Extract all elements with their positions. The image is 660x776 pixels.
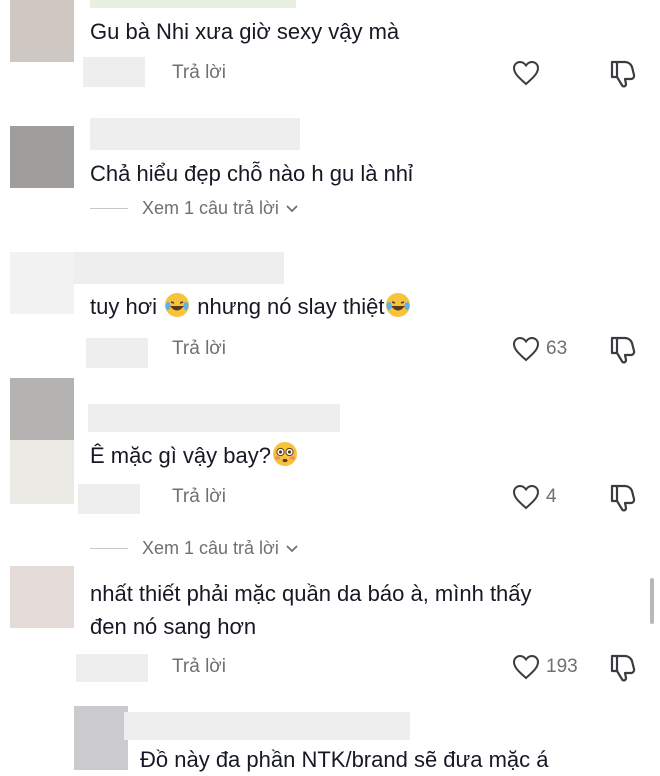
reply-button[interactable]: Trả lời: [172, 62, 226, 84]
username-placeholder: [90, 0, 296, 8]
timestamp-placeholder: [86, 338, 148, 368]
like-heart-icon[interactable]: [512, 336, 540, 362]
reply-button[interactable]: Trả lời: [172, 338, 226, 360]
view-replies-label: Xem 1 câu trả lời: [142, 198, 279, 218]
avatar[interactable]: [10, 0, 74, 62]
comment-text: tuy hơi nhưng nó slay thiệt: [90, 291, 412, 323]
laughing-tears-emoji-icon: [165, 293, 190, 317]
comment-text-part: Ê mặc gì vậy bay?: [90, 443, 271, 468]
dislike-icon[interactable]: [608, 652, 638, 682]
comment-text: Đồ này đa phần NTK/brand sẽ đưa mặc á: [140, 747, 549, 772]
avatar[interactable]: [10, 126, 74, 188]
comment-text: đen nó sang hơn: [90, 614, 257, 639]
avatar-shade: [10, 378, 74, 440]
comment-text-part: tuy hơi: [90, 294, 158, 319]
reply-button[interactable]: Trả lời: [172, 656, 226, 678]
username-placeholder: [74, 252, 284, 284]
comment-text: nhất thiết phải mặc quần da báo à, mình …: [90, 581, 532, 606]
laughing-tears-emoji-icon: [386, 293, 411, 317]
comment-text: Chả hiểu đẹp chỗ nào h gu là nhỉ: [90, 161, 413, 186]
like-count: 193: [546, 656, 578, 677]
username-placeholder: [124, 712, 410, 740]
like-heart-icon[interactable]: [512, 484, 540, 510]
timestamp-placeholder: [78, 484, 140, 514]
view-replies-button[interactable]: Xem 1 câu trả lời: [90, 198, 299, 219]
timestamp-placeholder: [76, 654, 148, 682]
reply-button[interactable]: Trả lời: [172, 486, 226, 508]
comment-text-part: nhưng nó slay thiệt: [197, 294, 385, 319]
chevron-down-icon: [286, 544, 298, 552]
comment-text: Ê mặc gì vậy bay?: [90, 440, 299, 472]
divider: [90, 208, 128, 209]
like-count: 4: [546, 486, 557, 507]
flushed-face-emoji-icon: [272, 442, 297, 466]
avatar[interactable]: [10, 566, 74, 628]
dislike-icon[interactable]: [608, 334, 638, 364]
view-replies-button[interactable]: Xem 1 câu trả lời: [90, 538, 299, 559]
like-count: 63: [546, 338, 568, 359]
username-placeholder: [88, 404, 340, 432]
scrollbar[interactable]: [650, 578, 654, 624]
divider: [90, 548, 128, 549]
timestamp-placeholder: [83, 57, 145, 87]
like-heart-icon[interactable]: [512, 60, 540, 86]
comment-text: Gu bà Nhi xưa giờ sexy vậy mà: [90, 19, 400, 44]
avatar[interactable]: [10, 252, 74, 314]
avatar[interactable]: [74, 706, 128, 770]
view-replies-label: Xem 1 câu trả lời: [142, 538, 279, 558]
chevron-down-icon: [286, 204, 298, 212]
like-heart-icon[interactable]: [512, 654, 540, 680]
username-placeholder: [90, 118, 300, 150]
dislike-icon[interactable]: [608, 482, 638, 512]
dislike-icon[interactable]: [608, 58, 638, 88]
